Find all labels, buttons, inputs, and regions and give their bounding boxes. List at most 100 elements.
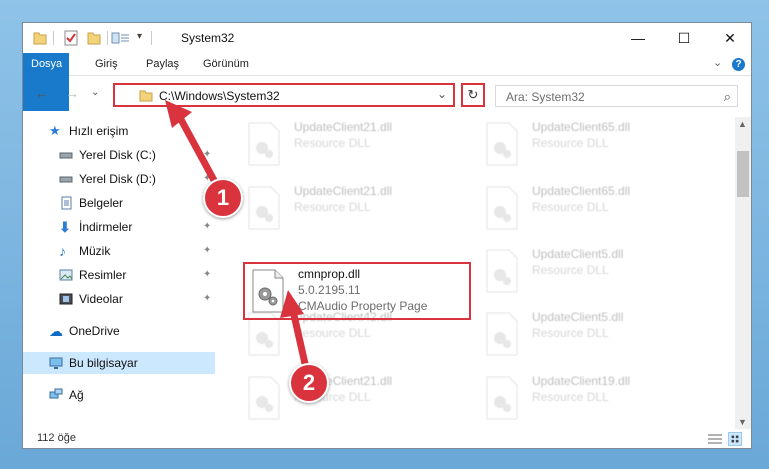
maximize-icon: ☐: [677, 29, 691, 46]
pin-icon[interactable]: ✦: [203, 288, 211, 310]
refresh-button[interactable]: ↻: [461, 83, 485, 107]
sidebar-item-label: Yerel Disk (C:): [79, 148, 156, 162]
dll-file-icon: [486, 312, 518, 356]
file-item[interactable]: UpdateClient65.dll Resource DLL: [483, 181, 703, 239]
back-icon[interactable]: ←: [35, 85, 49, 101]
close-icon: ✕: [724, 29, 736, 46]
tab-giris[interactable]: Giriş: [85, 53, 128, 75]
address-bar[interactable]: C:\Windows\System32 ⌄: [113, 83, 455, 107]
close-button[interactable]: ✕: [707, 23, 751, 53]
pin-icon[interactable]: ✦: [203, 144, 211, 166]
pin-icon[interactable]: ✦: [203, 240, 211, 262]
file-item[interactable]: UpdateClient5.dll Resource DLL: [483, 307, 703, 365]
sidebar-item-belgeler[interactable]: Belgeler ✦: [23, 192, 215, 214]
drive-icon: [59, 176, 73, 183]
pin-icon[interactable]: ✦: [203, 264, 211, 286]
customize-qa-icon[interactable]: ▾: [137, 31, 142, 47]
file-name: UpdateClient21.dll: [294, 184, 393, 198]
file-name: UpdateClient65.dll: [532, 120, 631, 134]
sidebar-item-label: Belgeler: [79, 196, 124, 210]
address-dropdown-icon[interactable]: ⌄: [437, 87, 447, 101]
help-icon[interactable]: ?: [732, 58, 745, 71]
file-description: Resource DLL: [294, 326, 371, 340]
tab-paylas[interactable]: Paylaş: [136, 53, 189, 75]
video-icon: [59, 293, 73, 305]
drive-icon: [59, 152, 73, 159]
refresh-icon: ↻: [467, 87, 479, 102]
maximize-button[interactable]: ☐: [661, 23, 707, 53]
file-description: Resource DLL: [532, 136, 609, 150]
tiles-view-icon[interactable]: [728, 432, 742, 446]
window-title: System32: [181, 31, 235, 45]
details-view-icon[interactable]: [707, 433, 723, 445]
folder-icon: [139, 90, 153, 102]
minimize-button[interactable]: —: [615, 23, 661, 53]
new-folder-icon[interactable]: [87, 30, 101, 46]
explorer-window: ▾ System32 — ☐ ✕ Dosya Giriş Paylaş Görü…: [22, 22, 752, 449]
file-name: UpdateClient21.dll: [294, 120, 393, 134]
scroll-down-icon[interactable]: ▼: [738, 417, 747, 427]
file-name: UpdateClient5.dll: [532, 247, 624, 261]
file-name: UpdateClient19.dll: [532, 374, 631, 388]
file-item[interactable]: UpdateClient65.dll Resource DLL: [483, 117, 703, 175]
sidebar-item-muzik[interactable]: ♪ Müzik ✦: [23, 240, 215, 262]
forward-icon[interactable]: →: [65, 85, 79, 101]
pin-icon[interactable]: ✦: [203, 216, 211, 238]
properties-icon[interactable]: [64, 30, 78, 46]
sidebar-item-label: Yerel Disk (D:): [79, 172, 156, 186]
file-item[interactable]: UpdateClient21.dll Resource DLL: [245, 117, 465, 175]
sidebar-item-disk-c[interactable]: Yerel Disk (C:) ✦: [23, 144, 215, 166]
dll-file-icon: [248, 186, 280, 230]
download-icon: ⬇: [59, 219, 71, 235]
dll-file-icon: [486, 249, 518, 293]
navigation-bar: ← → ⌄ ↑ C:\Windows\System32 ⌄ ↻ Ara: Sys…: [23, 77, 751, 115]
file-item-cmnprop[interactable]: cmnprop.dll 5.0.2195.11 CMAudio Property…: [249, 264, 469, 322]
sidebar-item-label: Videolar: [79, 292, 123, 306]
sidebar-item-label: Ağ: [69, 388, 84, 402]
sidebar-item-onedrive[interactable]: ☁ OneDrive: [23, 320, 215, 342]
view-options-icon[interactable]: [111, 30, 131, 46]
sidebar-item-disk-d[interactable]: Yerel Disk (D:) ✦: [23, 168, 215, 190]
sidebar-item-this-pc[interactable]: Bu bilgisayar: [23, 352, 215, 374]
music-icon: ♪: [59, 243, 66, 259]
qa-separator: [151, 31, 152, 45]
pictures-icon: [59, 269, 73, 281]
file-description: Resource DLL: [532, 326, 609, 340]
tab-gorunum[interactable]: Görünüm: [193, 53, 259, 75]
dll-file-icon: [252, 269, 284, 313]
file-item[interactable]: UpdateClient21.dll Resource DLL: [245, 181, 465, 239]
dll-file-icon: [486, 376, 518, 420]
sidebar-item-network[interactable]: Ağ: [23, 384, 215, 406]
scroll-thumb[interactable]: [737, 151, 749, 197]
sidebar-item-videolar[interactable]: Videolar ✦: [23, 288, 215, 310]
sidebar-item-quick-access[interactable]: ★ Hızlı erişim: [23, 120, 215, 142]
sidebar-item-label: İndirmeler: [79, 220, 133, 234]
ribbon-expand-icon[interactable]: ⌄: [713, 56, 722, 69]
search-input[interactable]: Ara: System32 ⌕: [495, 85, 738, 107]
file-version: 5.0.2195.11: [298, 283, 361, 297]
network-icon: [49, 388, 63, 399]
sidebar-item-indirmeler[interactable]: ⬇ İndirmeler ✦: [23, 216, 215, 238]
star-icon: ★: [49, 123, 61, 138]
item-count: 112 öğe: [37, 432, 76, 444]
file-item[interactable]: UpdateClient19.dll Resource DLL: [483, 371, 703, 429]
status-bar: 112 öğe: [23, 429, 751, 448]
sidebar-item-label: Resimler: [79, 268, 127, 282]
address-path: C:\Windows\System32: [159, 89, 280, 103]
cloud-icon: ☁: [49, 323, 63, 339]
computer-icon: [49, 357, 63, 369]
recent-locations-icon[interactable]: ⌄: [91, 87, 99, 98]
dll-file-icon: [486, 122, 518, 166]
file-name: UpdateClient65.dll: [532, 184, 631, 198]
minimize-icon: —: [631, 30, 645, 46]
file-item[interactable]: UpdateClient21.dll Resource DLL: [245, 371, 465, 429]
step-badge-2: 2: [289, 363, 329, 403]
dll-file-icon: [248, 122, 280, 166]
sidebar-item-resimler[interactable]: Resimler ✦: [23, 264, 215, 286]
vertical-scrollbar[interactable]: ▲ ▼: [735, 117, 751, 429]
title-bar: ▾ System32 — ☐ ✕: [23, 23, 751, 53]
scroll-up-icon[interactable]: ▲: [738, 119, 747, 129]
file-description: Resource DLL: [294, 200, 371, 214]
file-item[interactable]: UpdateClient5.dll Resource DLL: [483, 244, 703, 302]
qa-separator: [107, 31, 108, 45]
